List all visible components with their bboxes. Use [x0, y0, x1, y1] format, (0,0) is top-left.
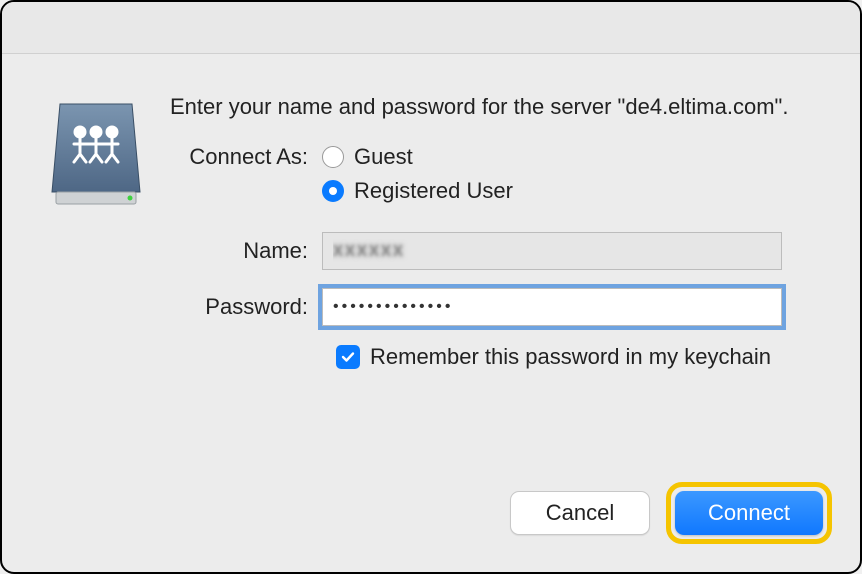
dialog-footer: Cancel Connect	[510, 482, 832, 544]
cancel-button[interactable]: Cancel	[510, 491, 650, 535]
radio-registered-user[interactable]: Registered User	[322, 178, 812, 204]
radio-guest-label: Guest	[354, 144, 413, 170]
connect-as-label: Connect As:	[170, 144, 322, 170]
password-label: Password:	[170, 294, 322, 320]
auth-dialog: Enter your name and password for the ser…	[0, 0, 862, 574]
remember-checkbox[interactable]	[336, 345, 360, 369]
radio-guest[interactable]: Guest	[322, 144, 812, 170]
name-input[interactable]	[322, 232, 782, 270]
password-input[interactable]	[322, 288, 782, 326]
remember-label: Remember this password in my keychain	[370, 344, 771, 370]
name-label: Name:	[170, 238, 322, 264]
radio-registered-label: Registered User	[354, 178, 513, 204]
network-drive-icon	[50, 98, 142, 208]
checkmark-icon	[340, 349, 356, 365]
radio-button-icon	[322, 146, 344, 168]
dialog-heading: Enter your name and password for the ser…	[170, 92, 812, 122]
connect-button[interactable]: Connect	[675, 491, 823, 535]
titlebar	[2, 2, 860, 54]
connect-highlight: Connect	[666, 482, 832, 544]
radio-button-icon	[322, 180, 344, 202]
